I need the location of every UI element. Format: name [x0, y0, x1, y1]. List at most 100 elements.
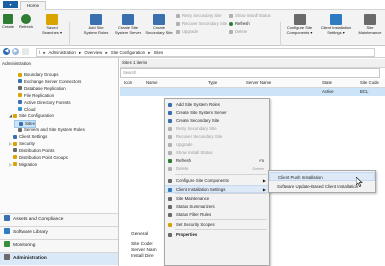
workspace-icon [4, 215, 10, 221]
tree-item-migration[interactable]: ▷ Migration [9, 162, 37, 168]
retry-secondary-label: Retry Secondary Site [182, 13, 222, 18]
menu-item-add-site-system-roles[interactable]: Add Site System Roles [165, 101, 269, 108]
breadcrumb-separator: ▸ [148, 49, 151, 55]
menu-item-icon [168, 204, 172, 209]
menu-item-status-summarizers[interactable]: Status Summarizers [165, 203, 269, 210]
site-maintenance-button[interactable]: Site Maintenance [357, 14, 383, 35]
menu-item-label: Status Filter Rules [176, 212, 212, 217]
create-button[interactable]: Create [1, 14, 15, 30]
client-installation-settings-button[interactable]: Client Installation Settings ▾ [318, 14, 354, 35]
menu-item-refresh[interactable]: Refresh F5 [165, 157, 269, 164]
menu-item-site-maintenance[interactable]: Site Maintenance [165, 195, 269, 202]
menu-item-properties[interactable]: Properties [165, 231, 269, 238]
tree-item-active-directory-forests[interactable]: Active Directory Forests [14, 100, 71, 106]
tree-item-exchange-server-connectors[interactable]: Exchange Server Connectors [14, 79, 81, 85]
menu-item-icon [168, 166, 172, 171]
breadcrumb-site-configuration[interactable]: Site Configuration [111, 50, 145, 55]
column-header-server-name[interactable]: Server Name [246, 79, 271, 87]
tree-item-client-settings[interactable]: Client Settings [9, 134, 47, 140]
menu-item-label: Create Secondary Site [176, 118, 220, 123]
menu-item-label: Retry Secondary Site [176, 126, 217, 131]
menu-item-create-secondary-site[interactable]: Create Secondary Site [165, 117, 269, 124]
folder-icon [18, 93, 22, 98]
menu-item-show-install-status[interactable]: Show Install Status [165, 149, 269, 156]
application-menu-button[interactable]: ▾ [3, 1, 18, 8]
workspace-monitoring[interactable]: Monitoring [0, 239, 118, 252]
workspace-assets-and-compliance[interactable]: Assets and Compliance [0, 213, 118, 226]
menu-item-recover-secondary-site[interactable]: Recover Secondary Site [165, 133, 269, 140]
show-install-status-label: Show Install Status [235, 13, 271, 18]
tree-item-label: Cloud [24, 106, 36, 112]
menu-item-create-site-system-server[interactable]: Create Site System Server [165, 109, 269, 116]
tree-item-file-replication[interactable]: File Replication [14, 93, 54, 99]
search-input[interactable]: Search [120, 68, 380, 78]
menu-item-set-security-scopes[interactable]: Set Security Scopes [165, 221, 269, 228]
back-button[interactable]: ◀ [3, 48, 10, 55]
breadcrumb-administration[interactable]: Administration [49, 50, 76, 55]
breadcrumb-root[interactable]: \ [39, 50, 40, 55]
tree-item-site-configuration[interactable]: ◢ Site Configuration [9, 113, 54, 119]
menu-item-label: Refresh [176, 158, 192, 163]
tree-item-database-replication[interactable]: Database Replication [14, 86, 66, 92]
menu-item-client-installation-settings[interactable]: Client Installation Settings ▶ [165, 185, 269, 193]
saved-searches-label: Saved Searches ▾ [41, 25, 63, 35]
tree-item-distribution-points[interactable]: Distribution Points [9, 148, 54, 154]
breadcrumb[interactable]: \ ▸ Administration ▸ Overview ▸ Site Con… [36, 47, 375, 57]
row-site-code: BCL [360, 89, 369, 94]
recover-secondary-label: Recover Secondary Site [182, 21, 228, 26]
workspace-software-library[interactable]: Software Library [0, 226, 118, 239]
column-header-type[interactable]: Type [208, 79, 217, 87]
add-site-system-roles-button[interactable]: Add Site System Roles [82, 14, 110, 35]
menu-item-label: Create Site System Server [176, 110, 227, 115]
tree-item-label: Client Settings [19, 134, 48, 140]
menu-item-icon [168, 134, 172, 139]
folder-icon [18, 86, 22, 91]
column-header-icon[interactable]: Icon [124, 79, 132, 87]
configure-site-components-button[interactable]: Configure Site Components ▾ [283, 14, 316, 35]
submenu-arrow-icon: ▶ [262, 187, 266, 192]
folder-icon [19, 121, 23, 126]
menu-separator [175, 219, 267, 220]
forward-button[interactable]: ▶ [12, 48, 19, 55]
menu-item-configure-site-components[interactable]: Configure Site Components ▶ [165, 177, 269, 184]
column-header-name[interactable]: Name [146, 79, 157, 87]
menu-item-delete[interactable]: Delete Delete [165, 165, 269, 172]
menu-item-label: Set Security Scopes [176, 222, 215, 227]
folder-icon [13, 141, 17, 146]
workspace-administration[interactable]: Administration [0, 252, 118, 265]
create-secondary-site-button[interactable]: Create Secondary Site [145, 14, 173, 35]
tree-item-cloud[interactable]: Cloud [14, 107, 35, 113]
tree-item-servers-and-site-system-roles[interactable]: Servers and Site System Roles [14, 127, 85, 133]
folder-icon [18, 79, 22, 84]
details-tab-general[interactable]: General [131, 232, 148, 238]
saved-searches-button[interactable]: Saved Searches ▾ [40, 14, 64, 35]
refresh-small-button[interactable]: Refresh [229, 21, 250, 26]
folder-icon [13, 155, 17, 160]
tree-item-distribution-point-groups[interactable]: Distribution Point Groups [9, 155, 68, 161]
tree-item-boundary-groups[interactable]: Boundary Groups [14, 72, 58, 78]
tree-item-label: Active Directory Forests [24, 99, 71, 105]
tree-item-security[interactable]: ▷ Security [9, 141, 35, 147]
retry-secondary-site-button[interactable]: Retry Secondary Site [176, 13, 222, 18]
refresh-button[interactable]: Refresh [15, 14, 37, 30]
menu-item-icon [168, 126, 172, 131]
upgrade-label: Upgrade [182, 29, 199, 34]
menu-item-upgrade[interactable]: Upgrade [165, 141, 269, 148]
create-site-system-server-button[interactable]: Create Site System Server [113, 14, 143, 35]
site-maintenance-label: Site Maintenance [358, 25, 382, 35]
upgrade-button[interactable]: Upgrade [176, 29, 198, 34]
tab-home[interactable]: Home [20, 1, 46, 10]
delete-label: Delete [235, 29, 248, 34]
table-row[interactable]: Active BCL [120, 88, 385, 96]
breadcrumb-overview[interactable]: Overview [84, 50, 102, 55]
delete-button[interactable]: Delete [229, 29, 247, 34]
saved-searches-icon [46, 14, 58, 25]
column-header-site-code[interactable]: Site Code [360, 79, 379, 87]
menu-item-icon [168, 102, 172, 107]
recover-secondary-site-button[interactable]: Recover Secondary Site [176, 21, 227, 26]
menu-item-status-filter-rules[interactable]: Status Filter Rules [165, 211, 269, 218]
breadcrumb-sites[interactable]: Sites [154, 50, 164, 55]
show-install-status-button[interactable]: Show Install Status [229, 13, 271, 18]
column-header-state[interactable]: State [322, 79, 332, 87]
menu-item-retry-secondary-site[interactable]: Retry Secondary Site [165, 125, 269, 132]
